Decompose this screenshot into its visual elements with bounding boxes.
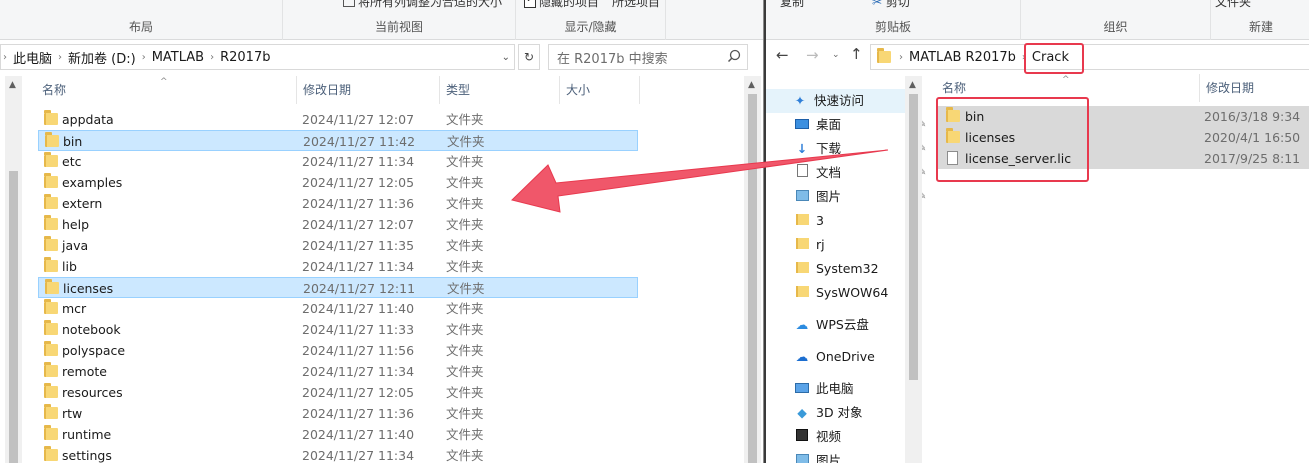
annotation-arrow [511,149,889,213]
arrow-shape [511,149,889,213]
